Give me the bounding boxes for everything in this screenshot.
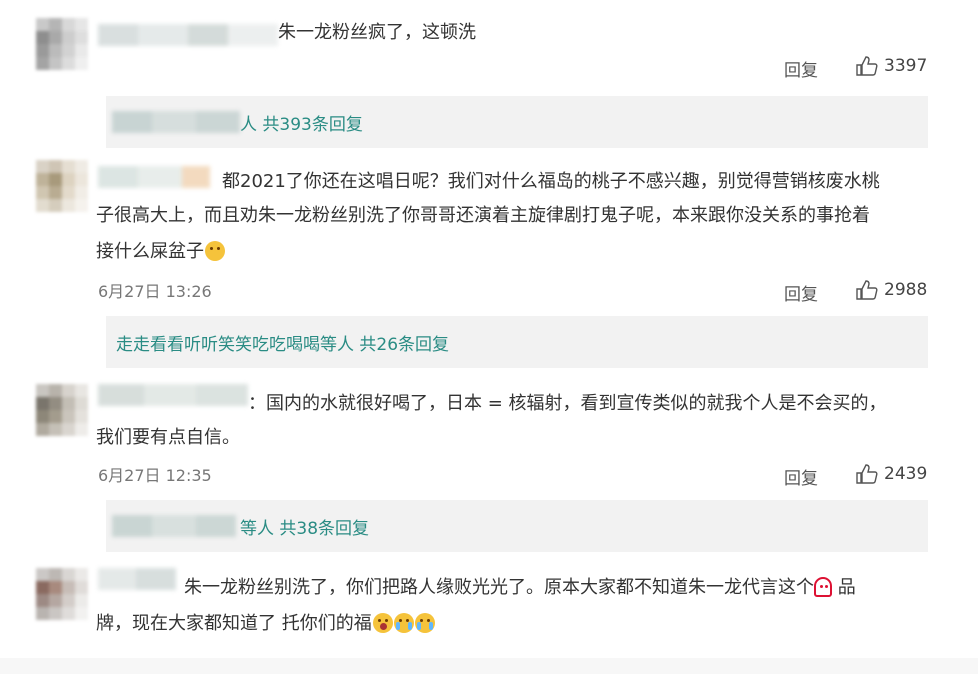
smile-emoji-icon <box>205 241 225 261</box>
sub-reply-users-blurred <box>112 111 240 133</box>
thumbs-up-icon <box>856 280 878 300</box>
comment-text-segment: 朱一龙粉丝别洗了，你们把路人缘败光光了。原本大家都不知道朱一龙代言这个 <box>184 577 814 598</box>
comment-text-line: 我们要有点自信。 <box>96 427 240 448</box>
timestamp: 6月27日 13:26 <box>98 282 212 301</box>
username-blurred[interactable] <box>98 384 248 406</box>
reply-button[interactable]: 回复 <box>784 280 818 305</box>
comment-text-line: ：国内的水就很好喝了，日本 = 核辐射，看到宣传类似的就我个人是不会买的， <box>248 393 887 414</box>
sub-reply-count[interactable]: 等人 共26条回复 <box>320 330 449 355</box>
like-button[interactable]: 2988 <box>856 280 927 300</box>
sub-reply-bar[interactable]: 人 共393条回复 <box>106 96 928 148</box>
laugh-cry-emoji-icon <box>372 613 393 633</box>
sub-reply-bar[interactable]: 等人 共38条回复 <box>106 500 928 552</box>
crying-emoji-icon <box>414 613 435 633</box>
bottom-edge <box>0 658 978 674</box>
comment-text-segment: 接什么屎盆子 <box>96 241 204 262</box>
sub-reply-count[interactable]: 等人 共38条回复 <box>240 514 369 539</box>
like-count: 3397 <box>884 56 928 76</box>
username-blurred[interactable] <box>98 568 176 590</box>
like-count: 2988 <box>884 280 928 300</box>
comment-text: 朱一龙粉丝疯了，这顿洗 <box>278 22 476 43</box>
like-count: 2439 <box>884 464 928 484</box>
comment-text-segment: 品 <box>832 577 856 598</box>
comment-text-segment: 牌，现在大家都知道了 托你们的福 <box>96 613 372 634</box>
reply-button[interactable]: 回复 <box>784 464 818 489</box>
thumbs-up-icon <box>856 464 878 484</box>
avatar[interactable] <box>36 18 88 70</box>
crying-emoji-icon <box>393 613 414 633</box>
ghost-emoji-icon <box>814 577 832 597</box>
username-blurred[interactable] <box>98 24 278 46</box>
avatar[interactable] <box>36 568 88 620</box>
username-blurred[interactable] <box>98 166 210 188</box>
sub-reply-user[interactable]: 走走看看听听笑笑吃吃喝喝 <box>116 330 320 355</box>
avatar[interactable] <box>36 384 88 436</box>
thumbs-up-icon <box>856 56 878 76</box>
sub-reply-users-blurred <box>112 515 236 537</box>
comment-text-line: 接什么屎盆子 <box>96 238 225 266</box>
sub-reply-count[interactable]: 人 共393条回复 <box>240 110 363 135</box>
avatar[interactable] <box>36 160 88 212</box>
like-button[interactable]: 3397 <box>856 56 927 76</box>
timestamp: 6月27日 12:35 <box>98 466 212 485</box>
comment-text-line: 都2021了你还在这唱日呢？我们对什么福岛的桃子不感兴趣，别觉得营销核废水桃 <box>222 171 880 192</box>
comment-text-line: 朱一龙粉丝别洗了，你们把路人缘败光光了。原本大家都不知道朱一龙代言这个 品 <box>184 574 856 602</box>
sub-reply-bar[interactable]: 走走看看听听笑笑吃吃喝喝 等人 共26条回复 <box>106 316 928 368</box>
reply-button[interactable]: 回复 <box>784 56 818 81</box>
comment-text-line: 牌，现在大家都知道了 托你们的福 <box>96 610 435 638</box>
comment-text-line: 子很高大上，而且劝朱一龙粉丝别洗了你哥哥还演着主旋律剧打鬼子呢，本来跟你没关系的… <box>96 205 870 226</box>
like-button[interactable]: 2439 <box>856 464 927 484</box>
